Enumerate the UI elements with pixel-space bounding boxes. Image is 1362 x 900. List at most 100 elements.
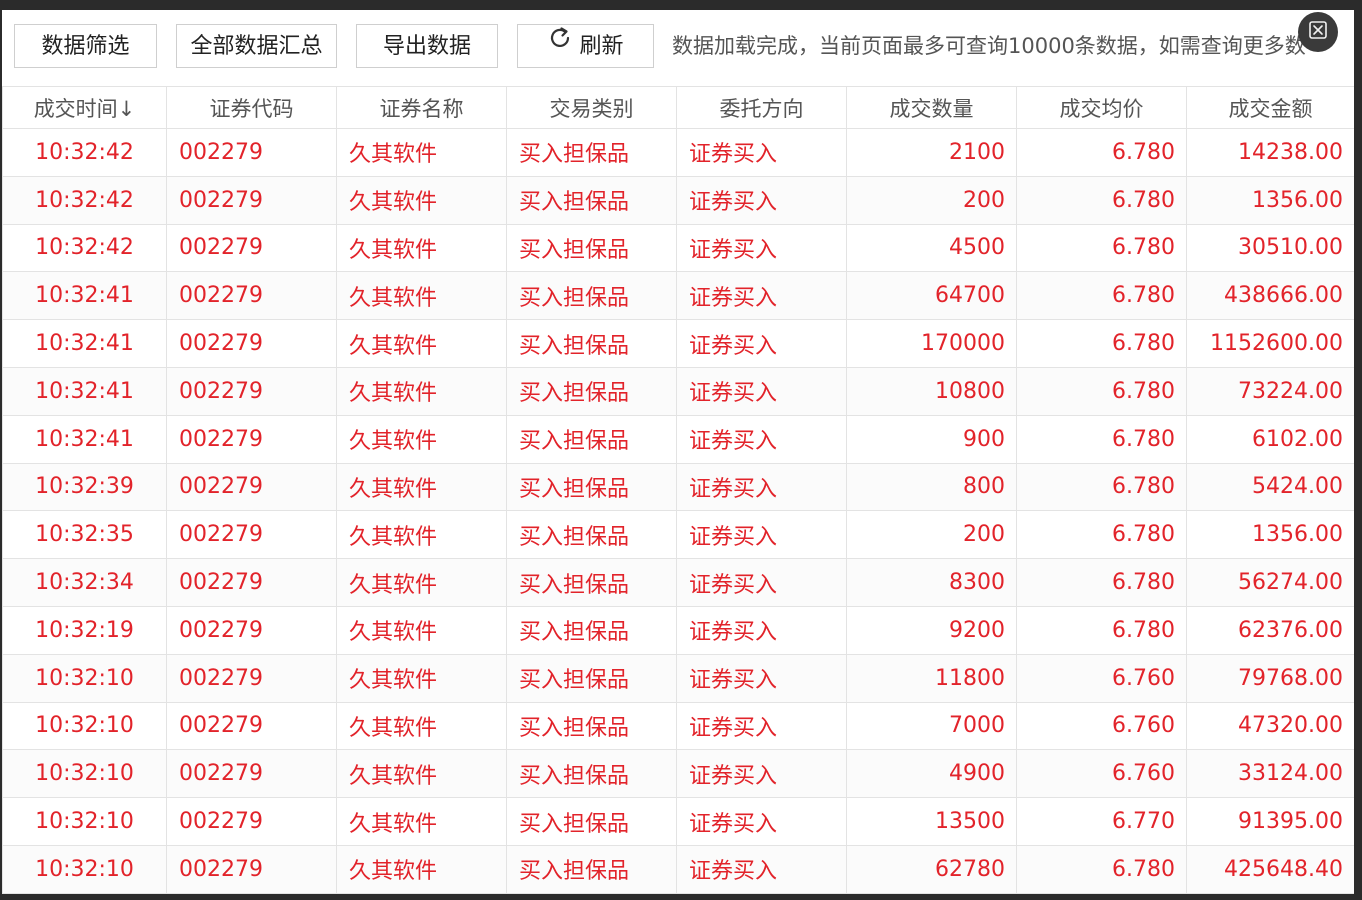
col-trade-time-header[interactable]: 成交时间↓ [2,86,167,129]
trade-quantity-cell: 9200 [846,605,1017,655]
trade-type-cell: 买入担保品 [506,462,677,512]
table-row[interactable]: 10:32:10 002279 久其软件 买入担保品 证券买入 11800 6.760 797… [2,653,1354,703]
trade-quantity-cell: 900 [846,414,1017,464]
table-row[interactable]: 10:32:10 002279 久其软件 买入担保品 证券买入 4900 6.760 3312… [2,749,1354,799]
refresh-button[interactable]: 刷新 [517,24,654,68]
col-trade-amount-header[interactable]: 成交金额 [1186,86,1354,129]
data-filter-button[interactable]: 数据筛选 [14,24,157,68]
avg-price-cell: 6.780 [1016,175,1187,225]
avg-price-cell: 6.770 [1016,797,1187,846]
table-row[interactable]: 10:32:10 002279 久其软件 买入担保品 证券买入 7000 6.760 4732… [2,701,1354,751]
trade-type-cell: 买入担保品 [506,175,677,225]
avg-price-cell: 6.780 [1016,223,1187,273]
trade-time-cell: 10:32:42 [2,128,167,177]
trade-time-cell: 10:32:10 [2,653,167,703]
order-direction-cell: 证券买入 [676,558,847,607]
trade-amount-cell: 91395.00 [1186,797,1354,846]
order-direction-cell: 证券买入 [676,319,847,368]
trade-type-cell: 买入担保品 [506,701,677,751]
table-row[interactable]: 10:32:42 002279 久其软件 买入担保品 证券买入 200 6.780 1356.… [2,175,1354,225]
table-row[interactable]: 10:32:10 002279 久其软件 买入担保品 证券买入 62780 6.780 425… [2,844,1354,894]
trade-amount-cell: 1152600.00 [1186,319,1354,368]
table-row[interactable]: 10:32:41 002279 久其软件 买入担保品 证券买入 64700 6.780 438… [2,271,1354,321]
trade-time-cell: 10:32:10 [2,844,167,894]
table-row[interactable]: 10:32:19 002279 久其软件 买入担保品 证券买入 9200 6.780 6237… [2,605,1354,655]
avg-price-cell: 6.780 [1016,128,1187,177]
trade-quantity-cell: 800 [846,462,1017,512]
close-button[interactable] [1298,12,1338,52]
avg-price-cell: 6.760 [1016,701,1187,751]
export-data-button[interactable]: 导出数据 [356,24,498,68]
table-row[interactable]: 10:32:41 002279 久其软件 买入担保品 证券买入 170000 6.780 11… [2,319,1354,368]
refresh-label: 刷新 [579,34,624,59]
order-direction-cell: 证券买入 [676,414,847,464]
toolbar: 数据筛选 全部数据汇总 导出数据 刷新 数据加载完成，当前页面最多可查询1000… [2,10,1354,86]
table-row[interactable]: 10:32:34 002279 久其软件 买入担保品 证券买入 8300 6.780 5627… [2,558,1354,607]
trade-type-cell: 买入担保品 [506,749,677,799]
avg-price-cell: 6.780 [1016,414,1187,464]
avg-price-cell: 6.780 [1016,319,1187,368]
trade-table: 成交时间↓ 证券代码 证券名称 交易类别 委托方向 成交数量 成交均价 成交金额 10:32:… [2,86,1354,894]
order-direction-cell: 证券买入 [676,701,847,751]
trade-type-cell: 买入担保品 [506,558,677,607]
avg-price-cell: 6.760 [1016,749,1187,799]
trade-quantity-cell: 170000 [846,319,1017,368]
trade-quantity-cell: 4500 [846,223,1017,273]
table-row[interactable]: 10:32:10 002279 久其软件 买入担保品 证券买入 13500 6.770 913… [2,797,1354,846]
security-code-cell: 002279 [166,366,337,416]
security-name-cell: 久其软件 [336,701,507,751]
security-code-cell: 002279 [166,605,337,655]
security-code-cell: 002279 [166,128,337,177]
close-icon [1307,19,1329,45]
trade-quantity-cell: 62780 [846,844,1017,894]
trade-time-cell: 10:32:10 [2,797,167,846]
trade-time-cell: 10:32:41 [2,366,167,416]
trade-amount-cell: 6102.00 [1186,414,1354,464]
trade-records-window: 数据筛选 全部数据汇总 导出数据 刷新 数据加载完成，当前页面最多可查询1000… [2,10,1354,894]
table-row[interactable]: 10:32:35 002279 久其软件 买入担保品 证券买入 200 6.780 1356.… [2,510,1354,560]
col-security-code-header[interactable]: 证券代码 [166,86,337,129]
trade-type-cell: 买入担保品 [506,223,677,273]
security-code-cell: 002279 [166,271,337,321]
trade-quantity-cell: 64700 [846,271,1017,321]
table-row[interactable]: 10:32:42 002279 久其软件 买入担保品 证券买入 2100 6.780 1423… [2,128,1354,177]
security-code-cell: 002279 [166,319,337,368]
security-name-cell: 久其软件 [336,749,507,799]
order-direction-cell: 证券买入 [676,366,847,416]
avg-price-cell: 6.780 [1016,271,1187,321]
trade-quantity-cell: 7000 [846,701,1017,751]
security-code-cell: 002279 [166,844,337,894]
col-security-name-header[interactable]: 证券名称 [336,86,507,129]
table-header-row: 成交时间↓ 证券代码 证券名称 交易类别 委托方向 成交数量 成交均价 成交金额 [2,86,1354,129]
order-direction-cell: 证券买入 [676,223,847,273]
security-code-cell: 002279 [166,462,337,512]
col-trade-quantity-header[interactable]: 成交数量 [846,86,1017,129]
table-row[interactable]: 10:32:41 002279 久其软件 买入担保品 证券买入 900 6.780 6102.… [2,414,1354,464]
col-order-direction-header[interactable]: 委托方向 [676,86,847,129]
trade-quantity-cell: 8300 [846,558,1017,607]
order-direction-cell: 证券买入 [676,653,847,703]
trade-time-cell: 10:32:35 [2,510,167,560]
col-avg-price-header[interactable]: 成交均价 [1016,86,1187,129]
table-row[interactable]: 10:32:42 002279 久其软件 买入担保品 证券买入 4500 6.780 3051… [2,223,1354,273]
table-row[interactable]: 10:32:41 002279 久其软件 买入担保品 证券买入 10800 6.780 732… [2,366,1354,416]
trade-amount-cell: 14238.00 [1186,128,1354,177]
trade-amount-cell: 1356.00 [1186,175,1354,225]
trade-quantity-cell: 11800 [846,653,1017,703]
security-name-cell: 久其软件 [336,271,507,321]
trade-time-cell: 10:32:34 [2,558,167,607]
status-message: 数据加载完成，当前页面最多可查询10000条数据，如需查询更多数 [672,34,1306,58]
security-code-cell: 002279 [166,701,337,751]
trade-type-cell: 买入担保品 [506,271,677,321]
order-direction-cell: 证券买入 [676,844,847,894]
trade-time-cell: 10:32:10 [2,701,167,751]
all-data-summary-button[interactable]: 全部数据汇总 [176,24,337,68]
table-row[interactable]: 10:32:39 002279 久其软件 买入担保品 证券买入 800 6.780 5424.… [2,462,1354,512]
avg-price-cell: 6.760 [1016,653,1187,703]
col-trade-type-header[interactable]: 交易类别 [506,86,677,129]
security-code-cell: 002279 [166,653,337,703]
trade-type-cell: 买入担保品 [506,319,677,368]
trade-type-cell: 买入担保品 [506,366,677,416]
security-code-cell: 002279 [166,223,337,273]
security-name-cell: 久其软件 [336,462,507,512]
